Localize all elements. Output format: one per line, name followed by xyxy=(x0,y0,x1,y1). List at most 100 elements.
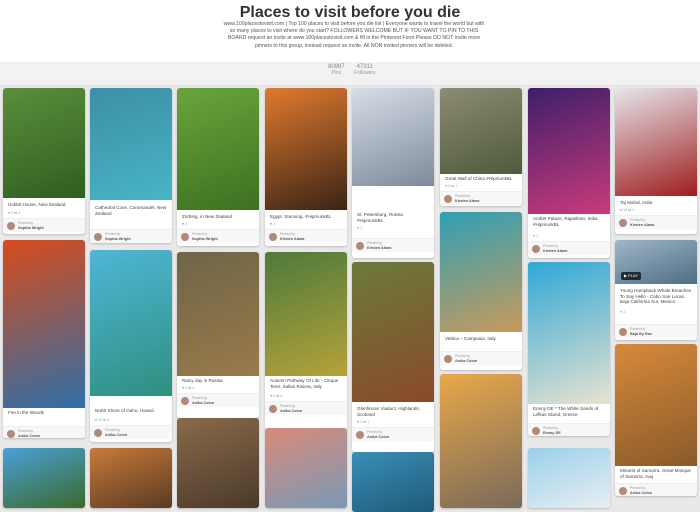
pin-card[interactable]: Hobbit House, New Zealand ♥ 2 ⇆ 1 Pinned … xyxy=(3,88,85,234)
pinner-name[interactable]: Anika Colon xyxy=(18,434,40,438)
pin-card[interactable]: Cathedral Cove, Coromandel, New Zealand … xyxy=(90,88,172,243)
pinner-footer[interactable]: Pinned by Kirsten Alana xyxy=(352,238,434,252)
avatar[interactable] xyxy=(444,195,452,203)
pinner-footer[interactable]: Pinned by Sophia Wright xyxy=(90,229,172,243)
pin-image[interactable] xyxy=(528,88,610,214)
pinner-footer[interactable]: Pinned by Anika Colon xyxy=(177,393,259,407)
pin-image[interactable] xyxy=(440,212,522,332)
avatar[interactable] xyxy=(444,355,452,363)
pin-card[interactable] xyxy=(177,418,259,508)
pin-card[interactable]: Vettica – Campania, Italy Pinned by Anik… xyxy=(440,212,522,370)
pinner-name[interactable]: Sophia Wright xyxy=(18,226,44,230)
pin-image[interactable] xyxy=(352,88,434,186)
pin-card[interactable] xyxy=(440,374,522,508)
pinner-name[interactable]: Sophia Wright xyxy=(192,237,218,241)
pinner-footer[interactable]: Pinned by Sophia Wright xyxy=(177,229,259,243)
pin-image[interactable] xyxy=(352,262,434,402)
pin-card[interactable]: Fire in the Woods Pinned by Anika Colon xyxy=(3,240,85,438)
pinner-name[interactable]: Anika Colon xyxy=(367,435,389,439)
pin-image[interactable] xyxy=(440,88,522,174)
pinner-name[interactable]: Baja By Bax xyxy=(630,332,652,336)
pin-card[interactable]: ▶ PLAY Young Humpback Whale Breaches To S… xyxy=(615,240,697,340)
avatar[interactable] xyxy=(7,222,15,230)
pinner-footer[interactable]: Pinned by Anika Colon xyxy=(3,426,85,438)
pin-image[interactable] xyxy=(440,374,522,508)
pinner-footer[interactable]: Pinned by Sophia Wright xyxy=(3,218,85,232)
pinner-footer[interactable]: Pinned by Anika Colon xyxy=(90,425,172,439)
pinner-footer[interactable]: Pinned by Kirsten Alana xyxy=(265,229,347,243)
pinner-footer[interactable]: Pinned by Kirsten Alana xyxy=(440,191,522,205)
pinner-footer[interactable]: Pinned by Kirsten Alana xyxy=(615,215,697,229)
avatar[interactable] xyxy=(181,233,189,241)
pinner-name[interactable]: Sophia Wright xyxy=(105,237,131,241)
avatar[interactable] xyxy=(181,397,189,405)
pin-image[interactable] xyxy=(177,88,259,210)
avatar[interactable] xyxy=(7,430,15,438)
pinner-name[interactable]: Kirsten Alana xyxy=(455,199,479,203)
avatar[interactable] xyxy=(532,245,540,253)
pin-image[interactable] xyxy=(528,262,610,404)
pinner-name[interactable]: Anika Colon xyxy=(455,359,477,363)
pin-card[interactable]: St. Petersburg, Russia #HipmunkBL ♥ 1 Pin… xyxy=(352,88,434,258)
pinner-name[interactable]: Anika Colon xyxy=(192,401,214,405)
avatar[interactable] xyxy=(619,487,627,495)
pin-image[interactable] xyxy=(352,452,434,512)
pin-image[interactable] xyxy=(615,88,697,196)
pinner-name[interactable]: Anika Colon xyxy=(105,433,127,437)
pin-image[interactable] xyxy=(3,448,85,508)
pin-card[interactable]: Emmy DE * The White Sands of Lefkas Isla… xyxy=(528,262,610,436)
pin-image[interactable] xyxy=(90,250,172,396)
pinner-footer[interactable]: Pinned by Emmy DE xyxy=(528,423,610,436)
video-play-button[interactable]: ▶ PLAY xyxy=(621,272,641,280)
pin-card[interactable] xyxy=(3,448,85,508)
pins-stat[interactable]: 80987 Pins xyxy=(328,64,345,76)
pinner-name[interactable]: Kirsten Alana xyxy=(543,249,567,253)
pin-card[interactable]: Great Wall of China #HipmunkBL ♥ 2 ⇆ 1 Pi… xyxy=(440,88,522,206)
pin-image[interactable] xyxy=(265,88,347,210)
pinner-name[interactable]: Anika Colon xyxy=(280,409,302,413)
pin-card[interactable]: North Shore of Oahu, Hawaii ♥ 12 ⇆ 5 Pinn… xyxy=(90,250,172,442)
avatar[interactable] xyxy=(269,233,277,241)
pinner-footer[interactable]: Pinned by Kirsten Alana xyxy=(528,241,610,255)
pin-image[interactable] xyxy=(90,448,172,508)
avatar[interactable] xyxy=(619,219,627,227)
pinner-footer[interactable]: Pinned by Anika Colon xyxy=(352,427,434,441)
pin-image[interactable] xyxy=(528,448,610,508)
avatar[interactable] xyxy=(619,328,627,336)
pin-image[interactable] xyxy=(3,240,85,408)
followers-stat[interactable]: 47311 Followers xyxy=(354,64,375,76)
avatar[interactable] xyxy=(94,429,102,437)
avatar[interactable] xyxy=(269,405,277,413)
pin-card[interactable]: Glenfinnan Viaduct, Highlands, Scotland ♥… xyxy=(352,262,434,452)
pin-card[interactable]: Egypt. Stunning. #HipmunkBL ♥ 1 Pinned by… xyxy=(265,88,347,246)
pin-card[interactable]: Autumn Pathway Of Life - Cinque Terre, I… xyxy=(265,252,347,430)
pin-card[interactable] xyxy=(265,428,347,508)
pin-card[interactable]: Amber Palace, Rajasthan, India #HipmunkB… xyxy=(528,88,610,258)
pinner-name[interactable]: Emmy DE xyxy=(543,431,561,435)
pin-image[interactable] xyxy=(90,88,172,200)
pin-image[interactable] xyxy=(3,88,85,198)
avatar[interactable] xyxy=(532,427,540,435)
pin-card[interactable]: Taj Mahal, India ♥ 13 ⇆ 1 Pinned by Kirst… xyxy=(615,88,697,234)
pin-image[interactable] xyxy=(265,252,347,376)
avatar[interactable] xyxy=(356,242,364,250)
pin-image[interactable] xyxy=(265,428,347,508)
pinner-name[interactable]: Kirsten Alana xyxy=(367,246,391,250)
pin-image[interactable] xyxy=(177,418,259,508)
avatar[interactable] xyxy=(356,431,364,439)
pinner-name[interactable]: Anika Colon xyxy=(630,491,652,495)
pin-image[interactable] xyxy=(177,252,259,376)
pinner-footer[interactable]: Pinned by Anika Colon xyxy=(615,483,697,496)
pinner-name[interactable]: Kirsten Alana xyxy=(630,223,654,227)
pinner-footer[interactable]: Pinned by Anika Colon xyxy=(440,351,522,365)
pin-card[interactable]: Rainy day in Russia ♥ 9 ⇆ 4 Pinned by Ani… xyxy=(177,252,259,418)
pin-card[interactable] xyxy=(90,448,172,508)
avatar[interactable] xyxy=(94,233,102,241)
pin-image[interactable] xyxy=(615,344,697,466)
pin-card[interactable] xyxy=(528,448,610,508)
pinner-footer[interactable]: Pinned by Anika Colon xyxy=(265,401,347,415)
pin-card[interactable]: Zorbing, in New Zealand ♥ 1 Pinned by Sop… xyxy=(177,88,259,246)
pinner-footer[interactable]: Pinned by Baja By Bax xyxy=(615,324,697,338)
pin-card[interactable]: Minaret of Samarra, Great Mosque of Sama… xyxy=(615,344,697,496)
pin-card[interactable] xyxy=(352,452,434,512)
